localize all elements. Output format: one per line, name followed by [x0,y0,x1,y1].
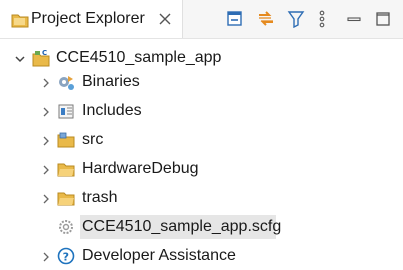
tab-project-explorer[interactable]: Project Explorer [0,0,183,38]
svg-text:C: C [42,49,47,57]
chevron-right-icon[interactable] [40,163,52,175]
tree-item-src[interactable]: src [0,128,403,152]
tree-item-label: Includes [82,102,142,119]
link-with-editor-icon[interactable] [257,10,275,28]
tree-item-scfg-file[interactable]: CCE4510_sample_app.scfg [0,215,403,239]
tree-item-label: HardwareDebug [82,160,199,177]
chevron-right-icon[interactable] [40,76,52,88]
collapse-all-icon[interactable] [226,10,244,28]
tree-item-developer-assistance[interactable]: ? Developer Assistance [0,244,403,268]
chevron-right-icon[interactable] [40,250,52,262]
view-tab-bar: Project Explorer [0,0,403,39]
tree-item-label: src [82,131,104,148]
tree-item-includes[interactable]: Includes [0,99,403,123]
chevron-right-icon[interactable] [40,192,52,204]
includes-icon [57,102,75,120]
c-project-icon: C [32,49,50,67]
tree-item-hardwaredebug[interactable]: HardwareDebug [0,157,403,181]
folder-icon [57,160,75,178]
tree-item-label: CCE4510_sample_app.scfg [82,218,282,235]
svg-text:?: ? [63,251,69,264]
close-icon[interactable] [158,12,172,26]
minimize-icon[interactable] [345,10,363,28]
tab-label: Project Explorer [31,10,145,27]
chevron-right-icon[interactable] [40,105,52,117]
binaries-icon [57,73,75,91]
help-icon: ? [57,247,75,265]
chevron-right-icon[interactable] [40,134,52,146]
filter-icon[interactable] [287,10,305,28]
tree-item-label: trash [82,189,118,206]
tree-item-trash[interactable]: trash [0,186,403,210]
tree-item-binaries[interactable]: Binaries [0,70,403,94]
tree-item-label: Binaries [82,73,140,90]
chevron-down-icon[interactable] [14,52,26,64]
tree-item-label: CCE4510_sample_app [56,49,222,66]
folder-tree-icon [11,12,29,28]
config-file-icon [57,218,75,236]
tree-item-project[interactable]: C CCE4510_sample_app [0,46,403,70]
view-menu-icon[interactable] [317,10,327,28]
folder-icon [57,189,75,207]
maximize-icon[interactable] [374,10,392,28]
source-folder-icon [57,131,75,149]
tree-item-label: Developer Assistance [82,247,236,264]
